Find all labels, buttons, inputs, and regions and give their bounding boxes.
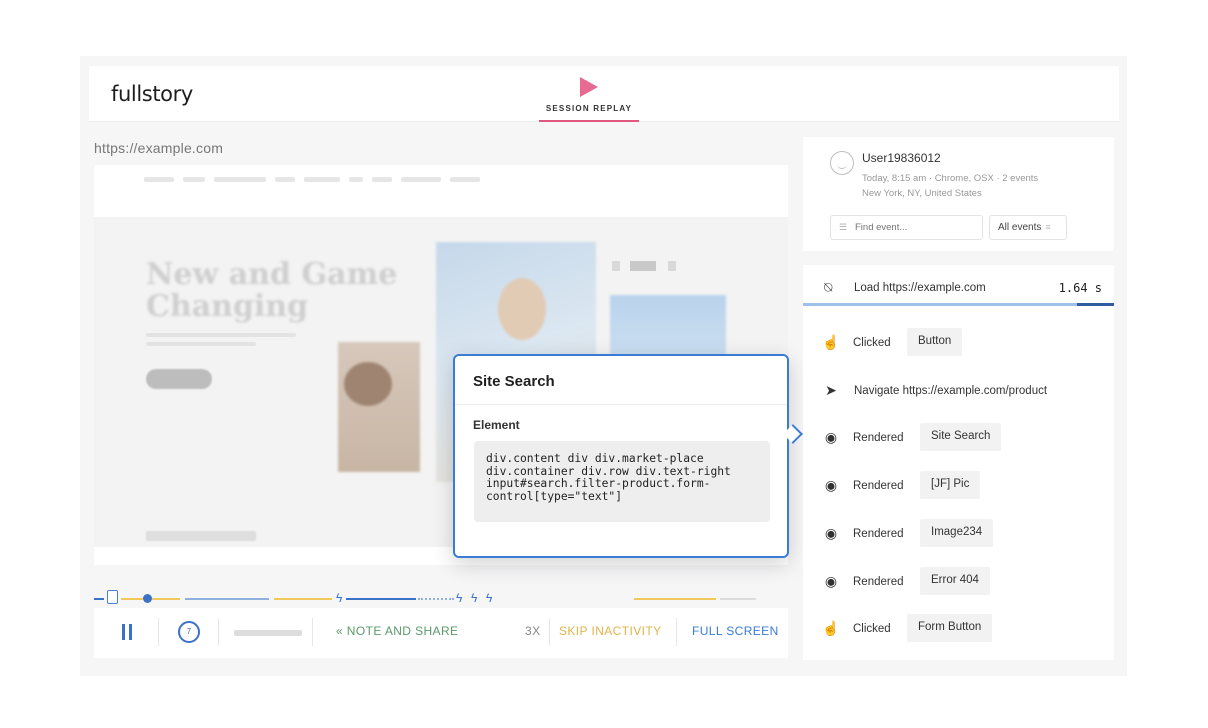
event-type: Clicked: [853, 337, 891, 349]
event-filter-label: All events: [998, 222, 1042, 233]
event-target-chip[interactable]: Site Search: [920, 423, 1002, 451]
popup-title: Site Search: [473, 373, 555, 390]
event-load-label: Load https://example.com: [854, 282, 986, 294]
page-load-icon: [107, 590, 118, 604]
site-hero-subtext: [146, 333, 296, 353]
lightning-icon: ϟ: [336, 591, 343, 605]
tab-session-replay-label: SESSION REPLAY: [545, 104, 633, 113]
eye-icon: ◉: [824, 429, 838, 445]
eye-icon: ◉: [824, 477, 838, 493]
event-filter-dropdown[interactable]: All events ≡: [989, 215, 1067, 240]
site-hero-heading: New and Game Changing: [146, 259, 397, 323]
find-event-input[interactable]: [855, 220, 975, 235]
divider: [676, 618, 677, 646]
note-and-share-button[interactable]: « NOTE AND SHARE: [336, 624, 458, 638]
event-type: Rendered: [853, 432, 904, 444]
search-icon: ☰: [839, 222, 848, 232]
user-name[interactable]: User19836012: [862, 151, 941, 165]
event-target-chip[interactable]: Button: [907, 328, 963, 356]
event-target-chip[interactable]: [JF] Pic: [920, 471, 981, 499]
event-type: Rendered: [853, 528, 904, 540]
popup-divider: [455, 404, 787, 405]
divider: [158, 618, 159, 646]
rewind-icon[interactable]: 7: [178, 621, 200, 643]
lightning-icon: ϟ: [456, 591, 463, 605]
timeline-playhead[interactable]: [143, 594, 152, 603]
css-selector: div.content div div.market-place div.con…: [474, 441, 770, 522]
load-progress-fill: [803, 303, 1077, 306]
top-bar: fullstory SESSION REPLAY: [89, 66, 1119, 122]
site-photo-hat: [338, 342, 420, 472]
user-meta-session: Today, 8:15 am · Chrome, OSX · 2 events: [862, 173, 1039, 184]
user-meta-location: New York, NY, United States: [862, 188, 982, 199]
replay-controls: 7 « NOTE AND SHARE 3X SKIP INACTIVITY FU…: [94, 608, 788, 658]
pointer-hand-icon: ☝: [822, 334, 840, 350]
event-row[interactable]: ☝ Clicked Form Button: [803, 614, 1114, 644]
site-hero-heading-line2: Changing: [146, 289, 309, 324]
event-list: ⍉ Load https://example.com 1.64 s ☝ Clic…: [803, 265, 1114, 660]
event-row[interactable]: ☝ Clicked Button: [803, 328, 1114, 358]
eye-icon: ◉: [824, 573, 838, 589]
user-meta: Today, 8:15 am · Chrome, OSX · 2 events …: [862, 171, 1038, 201]
eye-icon: ◉: [824, 525, 838, 541]
event-type: Clicked: [853, 623, 891, 635]
site-section-title: [146, 531, 256, 541]
event-row[interactable]: ◉ Rendered Site Search: [803, 423, 1114, 453]
tab-session-replay[interactable]: SESSION REPLAY: [539, 74, 639, 122]
filter-icon: ≡: [1045, 222, 1051, 232]
event-row[interactable]: ◉ Rendered Error 404: [803, 567, 1114, 597]
playback-speed-button[interactable]: 3X: [525, 624, 540, 638]
find-event-field[interactable]: ☰: [830, 215, 983, 240]
blurred-playback-time: [234, 630, 302, 636]
event-type: Rendered: [853, 576, 904, 588]
site-carousel-arrows: [612, 261, 682, 271]
fullstory-logo: fullstory: [111, 82, 193, 106]
divider: [218, 618, 219, 646]
event-type: Rendered: [853, 480, 904, 492]
event-row[interactable]: ◉ Rendered [JF] Pic: [803, 471, 1114, 501]
load-progress-bar: [803, 303, 1114, 306]
event-row[interactable]: ➤ Navigate https://example.com/product: [803, 376, 1114, 406]
divider: [549, 618, 550, 646]
full-screen-button[interactable]: FULL SCREEN: [692, 624, 779, 638]
user-card: User19836012 Today, 8:15 am · Chrome, OS…: [803, 137, 1114, 251]
play-icon: [580, 77, 598, 97]
blurred-site-nav: [144, 177, 524, 183]
site-hero-heading-line1: New and Game: [146, 257, 398, 292]
divider: [312, 618, 313, 646]
event-load-time: 1.64 s: [1058, 281, 1102, 295]
element-inspector-popup: Site Search Element div.content div div.…: [453, 354, 803, 558]
event-target-chip[interactable]: Image234: [920, 519, 994, 547]
event-target-chip[interactable]: Form Button: [907, 614, 993, 642]
page-load-icon: ⍉: [824, 279, 833, 295]
lightning-icon: ϟ: [486, 591, 493, 605]
user-avatar-icon: [830, 151, 854, 175]
element-label: Element: [473, 418, 520, 432]
navigate-arrow-icon: ➤: [825, 382, 837, 398]
event-type: Navigate https://example.com/product: [854, 385, 1048, 397]
event-row[interactable]: ◉ Rendered Image234: [803, 519, 1114, 549]
replay-timeline[interactable]: ϟ ϟ ϟ ϟ: [94, 589, 788, 609]
event-target-chip[interactable]: Error 404: [920, 567, 990, 595]
site-hero-cta: [146, 369, 212, 389]
pause-button[interactable]: [122, 624, 134, 640]
page-url: https://example.com: [94, 140, 224, 156]
event-load[interactable]: ⍉ Load https://example.com 1.64 s: [803, 265, 1114, 307]
skip-inactivity-button[interactable]: SKIP INACTIVITY: [559, 624, 661, 638]
lightning-icon: ϟ: [471, 591, 478, 605]
pointer-hand-icon: ☝: [822, 620, 840, 636]
